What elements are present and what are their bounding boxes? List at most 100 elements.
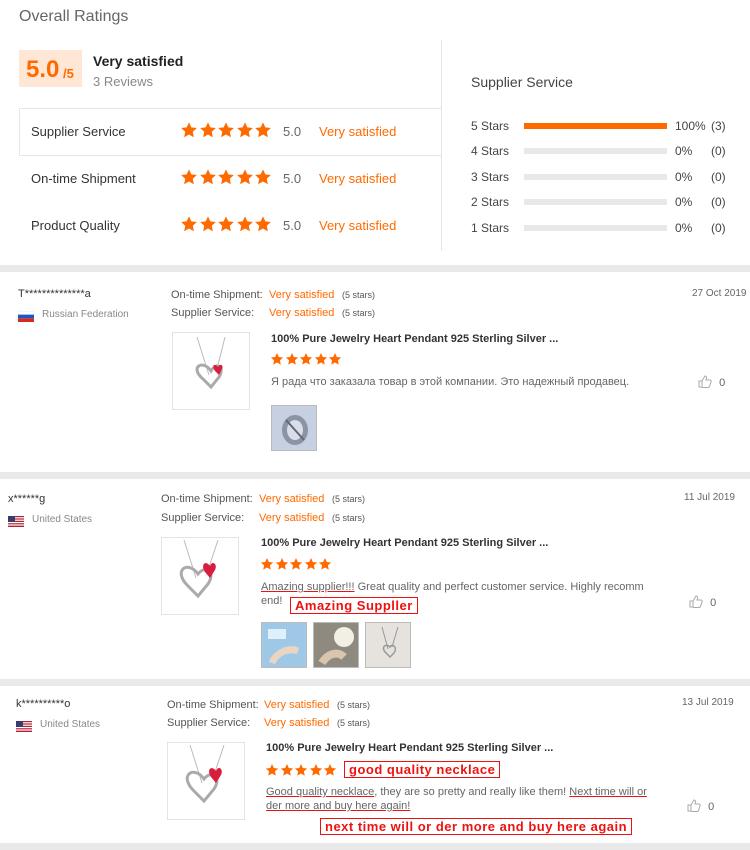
section-separator xyxy=(0,265,750,272)
distribution-percent: 0% xyxy=(675,195,693,209)
like-button[interactable]: 0 xyxy=(687,799,714,813)
star-icon xyxy=(289,557,303,571)
star-icon xyxy=(285,352,299,366)
distribution-count: (0) xyxy=(711,195,726,209)
review-text-part: , they are so pretty and really like the… xyxy=(374,786,570,798)
distribution-bar xyxy=(524,148,667,154)
highlighted-text: Next time will or xyxy=(569,786,647,798)
service-label: Supplier Service: xyxy=(167,717,251,729)
star-icon xyxy=(260,557,274,571)
rating-score: 5.0 xyxy=(283,171,302,186)
star-icon xyxy=(199,168,217,186)
rating-label: Supplier Service xyxy=(31,124,126,139)
service-label: Supplier Service: xyxy=(171,307,255,319)
shipment-label: On-time Shipment: xyxy=(167,699,259,711)
star-icon xyxy=(254,215,272,233)
reviewer-name: x******g xyxy=(8,493,46,505)
rating-text: Very satisfied xyxy=(319,218,397,233)
distribution-label: 5 Stars xyxy=(471,119,510,133)
star-icon xyxy=(254,168,272,186)
star-icon xyxy=(180,121,198,139)
star-rating xyxy=(180,215,273,238)
star-icon xyxy=(217,215,235,233)
distribution-label: 2 Stars xyxy=(471,195,510,209)
distribution-label: 3 Stars xyxy=(471,170,510,184)
star-icon xyxy=(309,763,323,777)
reviews-count: 3 Reviews xyxy=(93,74,153,89)
product-name[interactable]: 100% Pure Jewelry Heart Pendant 925 Ster… xyxy=(271,333,558,345)
rating-row-on-time-shipment: On-time Shipment 5.0 Very satisfied xyxy=(19,156,441,203)
distribution-row: 4 Stars 0% (0) xyxy=(471,143,741,159)
shipment-stars: (5 stars) xyxy=(332,494,366,504)
distribution-count: (3) xyxy=(711,119,726,133)
star-icon xyxy=(180,168,198,186)
reviewer-name: T**************a xyxy=(18,288,91,300)
star-icon xyxy=(236,215,254,233)
distribution-row: 2 Stars 0% (0) xyxy=(471,194,741,210)
reviewer-name: k**********o xyxy=(16,698,71,710)
review-photo[interactable] xyxy=(365,622,411,668)
shipment-value: Very satisfied xyxy=(269,289,335,301)
reviewer-country: United States xyxy=(40,719,101,730)
section-separator xyxy=(0,843,750,850)
like-count: 0 xyxy=(710,597,717,609)
like-count: 0 xyxy=(719,377,726,389)
annotation-label: good quality necklace xyxy=(344,761,501,778)
overall-satisfaction: Very satisfied xyxy=(93,53,184,69)
distribution-bar xyxy=(524,199,667,205)
review-text-part: Great quality and perfect customer servi… xyxy=(354,581,644,593)
star-icon xyxy=(318,557,332,571)
rating-text: Very satisfied xyxy=(319,171,397,186)
review-star-rating xyxy=(270,352,343,371)
review-photo[interactable] xyxy=(271,405,317,451)
reviewer-country: United States xyxy=(32,514,93,525)
distribution-bar xyxy=(524,123,667,129)
review-card: k**********o United States On-time Shipm… xyxy=(0,686,750,850)
star-icon xyxy=(265,763,279,777)
star-icon xyxy=(236,121,254,139)
review-text: Я рада что заказала товар в этой компани… xyxy=(271,376,630,388)
rating-row-product-quality: Product Quality 5.0 Very satisfied xyxy=(19,203,441,250)
review-date: 27 Oct 2019 xyxy=(692,288,747,299)
service-stars: (5 stars) xyxy=(332,513,366,523)
star-icon xyxy=(180,215,198,233)
star-icon xyxy=(299,352,313,366)
star-icon xyxy=(217,121,235,139)
like-button[interactable]: 0 xyxy=(689,595,716,609)
rating-label: On-time Shipment xyxy=(31,171,136,186)
review-text-part: end! xyxy=(261,595,283,607)
distribution-percent: 100% xyxy=(675,119,706,133)
distribution-percent: 0% xyxy=(675,170,693,184)
shipment-stars: (5 stars) xyxy=(337,700,371,710)
service-label: Supplier Service: xyxy=(161,512,245,524)
star-icon xyxy=(217,168,235,186)
star-icon xyxy=(314,352,328,366)
annotation-label: next time will or der more and buy here … xyxy=(320,818,633,835)
star-icon xyxy=(199,121,217,139)
product-name[interactable]: 100% Pure Jewelry Heart Pendant 925 Ster… xyxy=(266,742,553,754)
star-rating xyxy=(180,121,273,144)
product-name[interactable]: 100% Pure Jewelry Heart Pendant 925 Ster… xyxy=(261,537,548,549)
review-photo[interactable] xyxy=(313,622,359,668)
section-separator xyxy=(0,472,750,479)
product-image[interactable] xyxy=(167,742,245,820)
star-icon xyxy=(199,215,217,233)
product-image[interactable] xyxy=(161,537,239,615)
service-value: Very satisfied xyxy=(259,512,325,524)
like-button[interactable]: 0 xyxy=(698,375,725,389)
highlighted-text: der more and buy here again! xyxy=(266,800,411,812)
star-icon xyxy=(323,763,337,777)
review-photo[interactable] xyxy=(261,622,307,668)
distribution-percent: 0% xyxy=(675,144,693,158)
star-icon xyxy=(270,352,284,366)
us-flag-icon xyxy=(16,719,32,732)
shipment-value: Very satisfied xyxy=(259,493,325,505)
star-icon xyxy=(254,121,272,139)
star-icon xyxy=(236,168,254,186)
rating-score: 5.0 xyxy=(283,124,302,139)
distribution-count: (0) xyxy=(711,170,726,184)
product-image[interactable] xyxy=(172,332,250,410)
service-value: Very satisfied xyxy=(269,307,335,319)
service-stars: (5 stars) xyxy=(337,718,371,728)
divider xyxy=(441,40,442,251)
